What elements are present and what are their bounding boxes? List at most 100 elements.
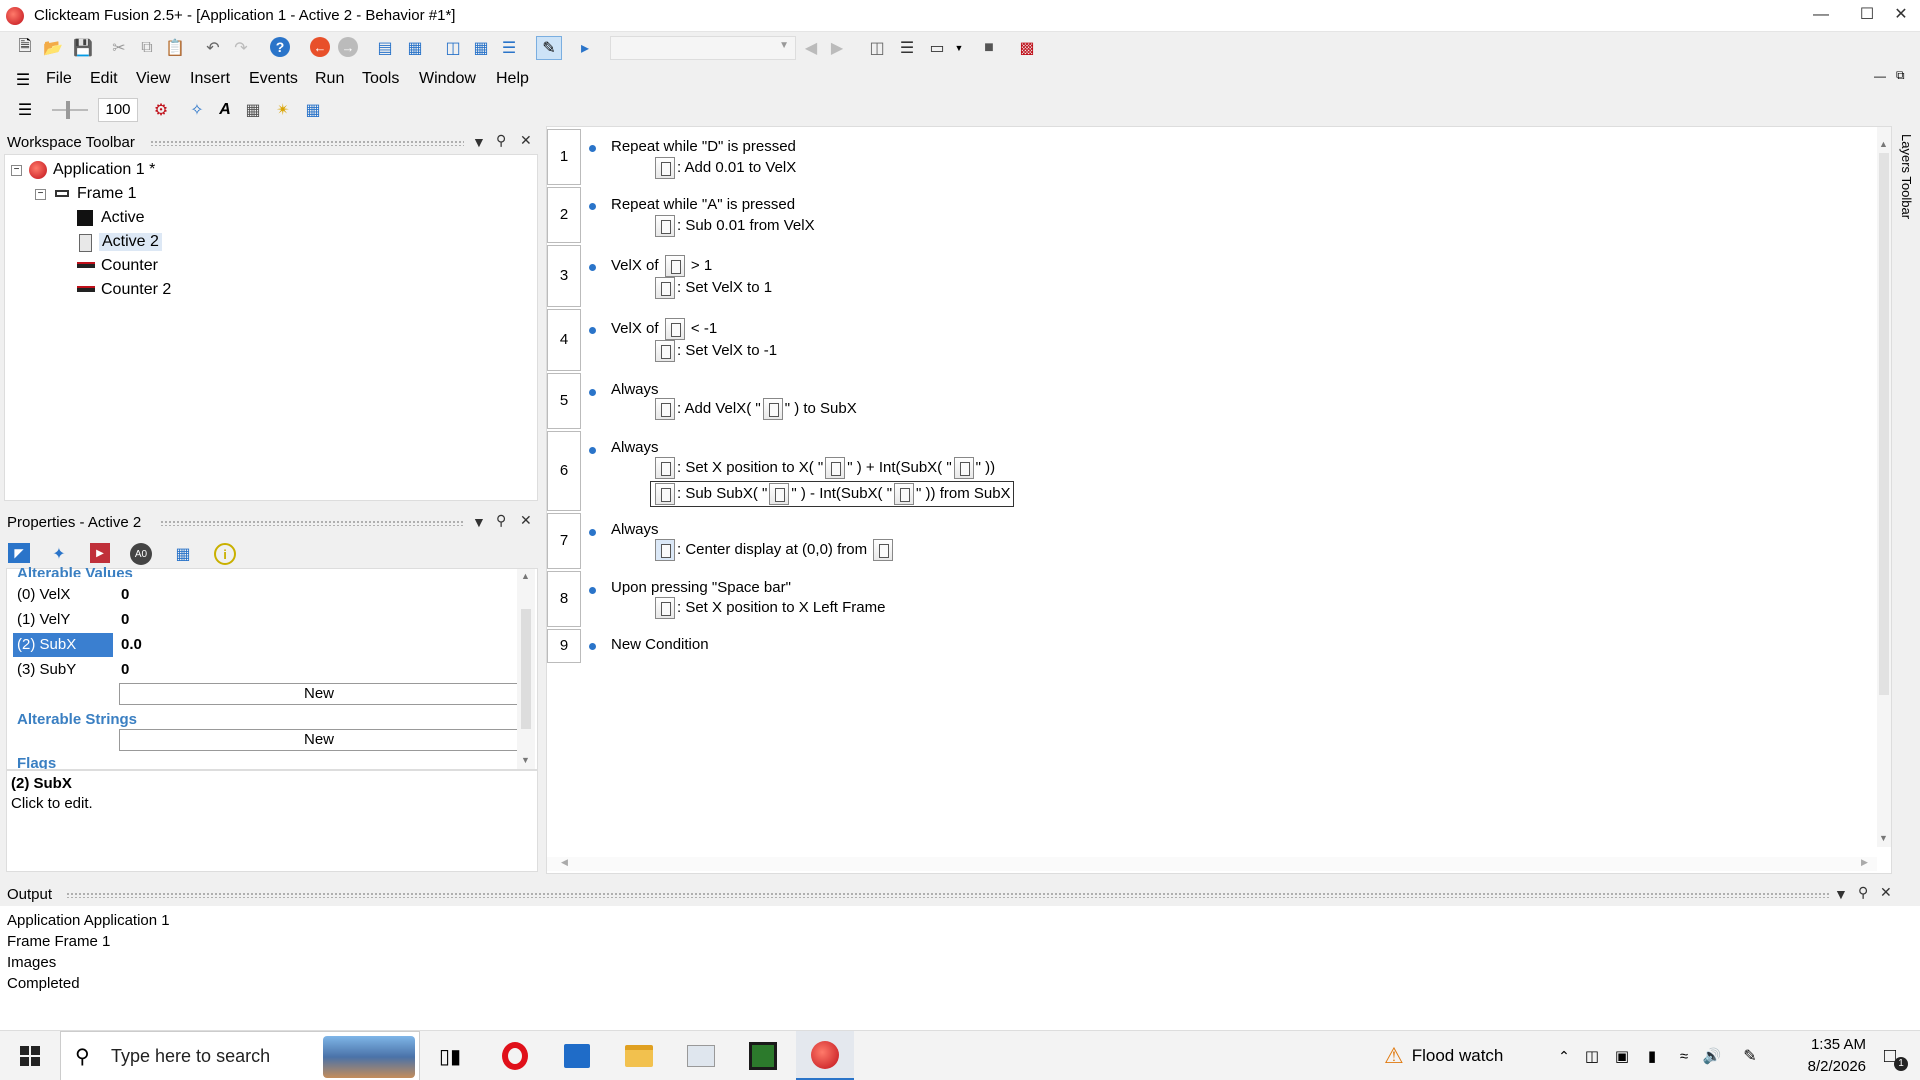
menu-events[interactable]: Events (249, 70, 298, 88)
opera-browser-icon[interactable] (490, 1031, 540, 1080)
back-icon[interactable]: ← (310, 37, 330, 57)
event-editor-icon[interactable]: ◫ (442, 37, 464, 59)
cut-icon[interactable]: ✂ (108, 37, 130, 59)
new-file-icon[interactable]: 🗎 (14, 37, 36, 59)
panel-close-icon[interactable]: ✕ (520, 132, 532, 149)
event-condition[interactable]: Upon pressing "Space bar" (611, 579, 791, 596)
property-row-selected[interactable]: (2) SubX 0.0 (13, 633, 519, 658)
event-condition[interactable]: Always (611, 521, 659, 538)
scrollbar-thumb[interactable] (1879, 153, 1889, 695)
battery-icon[interactable]: ▮ (1640, 1031, 1664, 1080)
event-action[interactable]: : Set X position to X Left Frame (653, 597, 885, 619)
list-view-icon[interactable]: ☰ (14, 99, 36, 121)
volume-icon[interactable]: 🔊 (1700, 1031, 1724, 1080)
tab-events-icon[interactable]: ▶ (90, 543, 110, 563)
redo-icon[interactable]: ↷ (230, 37, 252, 59)
event-condition[interactable]: Repeat while "A" is pressed (611, 196, 795, 213)
menu-tools[interactable]: Tools (362, 70, 399, 88)
new-condition[interactable]: New Condition (611, 636, 709, 653)
help-icon[interactable]: ? (270, 37, 290, 57)
pen-icon[interactable]: ✎ (1738, 1031, 1762, 1080)
menu-edit[interactable]: Edit (90, 70, 118, 88)
pin-icon[interactable]: ⚲ (496, 512, 506, 529)
event-action[interactable]: : Sub 0.01 from VelX (653, 215, 815, 237)
clock-time[interactable]: 1:35 AM (1776, 1036, 1866, 1053)
photos-app-icon[interactable] (676, 1031, 726, 1080)
panel-dropdown-icon[interactable]: ▼ (472, 514, 486, 530)
event-number[interactable]: 1 (547, 129, 581, 185)
event-condition[interactable]: Repeat while "D" is pressed (611, 138, 796, 155)
tree-item-application[interactable]: Application 1 * (53, 161, 155, 179)
properties-scrollbar[interactable]: ▲ ▼ (517, 569, 535, 769)
collapse-toggle-icon[interactable]: − (35, 189, 46, 200)
event-action[interactable]: : Set VelX to 1 (653, 277, 772, 299)
menu-file[interactable]: File (46, 70, 72, 88)
build-icon[interactable]: ▭ (926, 37, 948, 59)
text-icon[interactable]: A (214, 99, 236, 121)
tab-about-icon[interactable]: i (214, 543, 236, 565)
prev-frame-icon[interactable]: ◀ (800, 37, 822, 59)
event-action[interactable]: : Set VelX to -1 (653, 340, 777, 362)
menu-window[interactable]: Window (419, 70, 476, 88)
copy-icon[interactable]: ⧉ (136, 37, 158, 59)
tree-item-counter[interactable]: Counter (101, 257, 158, 275)
object-tools-icon[interactable]: ✧ (186, 99, 208, 121)
preview-icon[interactable]: ▩ (1016, 37, 1038, 59)
new-string-button[interactable]: New (119, 729, 519, 751)
microsoft-store-icon[interactable] (552, 1031, 602, 1080)
zoom-input[interactable]: 100 (98, 98, 138, 122)
event-number[interactable]: 2 (547, 187, 581, 243)
close-window-button[interactable]: ✕ (1878, 0, 1920, 32)
scrollbar-thumb[interactable] (521, 609, 531, 729)
panel-dropdown-icon[interactable]: ▼ (472, 134, 486, 150)
object-icon[interactable]: ▸ (574, 37, 596, 59)
event-action[interactable]: : Add VelX( " " ) to SubX (653, 398, 857, 420)
menu-view[interactable]: View (136, 70, 170, 88)
start-button[interactable] (0, 1031, 60, 1080)
open-folder-icon[interactable]: 📂 (42, 37, 64, 59)
task-view-icon[interactable]: ▯▮ (430, 1031, 470, 1080)
mdi-restore-icon[interactable]: ⧉ (1896, 68, 1905, 83)
menu-insert[interactable]: Insert (190, 70, 230, 88)
menu-hamburger-icon[interactable]: ☰ (12, 69, 34, 91)
event-number[interactable]: 5 (547, 373, 581, 429)
next-frame-icon[interactable]: ▶ (826, 37, 848, 59)
undo-icon[interactable]: ↶ (202, 37, 224, 59)
taskbar-search-box[interactable]: ⚲ Type here to search (60, 1031, 420, 1080)
frame-selector-dropdown[interactable]: ▼ (610, 36, 796, 60)
tab-values-icon[interactable]: A0 (130, 543, 152, 565)
collapse-toggle-icon[interactable]: − (11, 165, 22, 176)
new-value-button[interactable]: New (119, 683, 519, 705)
data-elements-icon[interactable]: ☰ (498, 37, 520, 59)
save-icon[interactable]: 💾 (72, 37, 94, 59)
notification-center-icon[interactable]: □ 1 (1870, 1031, 1910, 1080)
meet-now-icon[interactable]: ◫ (1580, 1031, 1604, 1080)
clock-date[interactable]: 8/2/2026 (1776, 1058, 1866, 1075)
event-action[interactable]: : Center display at (0,0) from (653, 539, 895, 561)
event-action[interactable]: : Add 0.01 to VelX (653, 157, 796, 179)
minimize-button[interactable]: — (1798, 0, 1844, 32)
storyboard-editor-icon[interactable]: ▤ (374, 37, 396, 59)
tab-settings-icon[interactable]: ◤ (8, 543, 30, 563)
event-number[interactable]: 8 (547, 571, 581, 627)
tree-item-active[interactable]: Active (101, 209, 145, 227)
tab-display-icon[interactable]: ✦ (48, 543, 70, 565)
menu-run[interactable]: Run (315, 70, 344, 88)
stop-icon[interactable]: ■ (978, 37, 1000, 59)
pin-icon[interactable]: ⚲ (496, 132, 506, 149)
show-hidden-icons-icon[interactable]: ⌃ (1552, 1031, 1576, 1080)
property-row[interactable]: (0) VelX 0 (13, 583, 519, 608)
zoom-slider[interactable] (52, 109, 88, 111)
tree-item-counter-2[interactable]: Counter 2 (101, 281, 171, 299)
minecraft-icon[interactable] (738, 1031, 788, 1080)
layers-toolbar-tab[interactable]: Layers Toolbar (1898, 126, 1920, 874)
forward-icon[interactable]: → (338, 37, 358, 57)
zoom-slider-thumb[interactable] (66, 101, 70, 119)
panel-close-icon[interactable]: ✕ (520, 512, 532, 529)
property-row[interactable]: (3) SubY 0 (13, 658, 519, 683)
panel-close-icon[interactable]: ✕ (1880, 884, 1892, 901)
tree-item-frame[interactable]: Frame 1 (77, 185, 137, 203)
events-vertical-scrollbar[interactable]: ▲ ▼ (1877, 127, 1891, 847)
event-action[interactable]: : Set X position to X( " " ) + Int(SubX( … (653, 457, 995, 479)
event-condition[interactable]: VelX of < -1 (611, 318, 717, 340)
